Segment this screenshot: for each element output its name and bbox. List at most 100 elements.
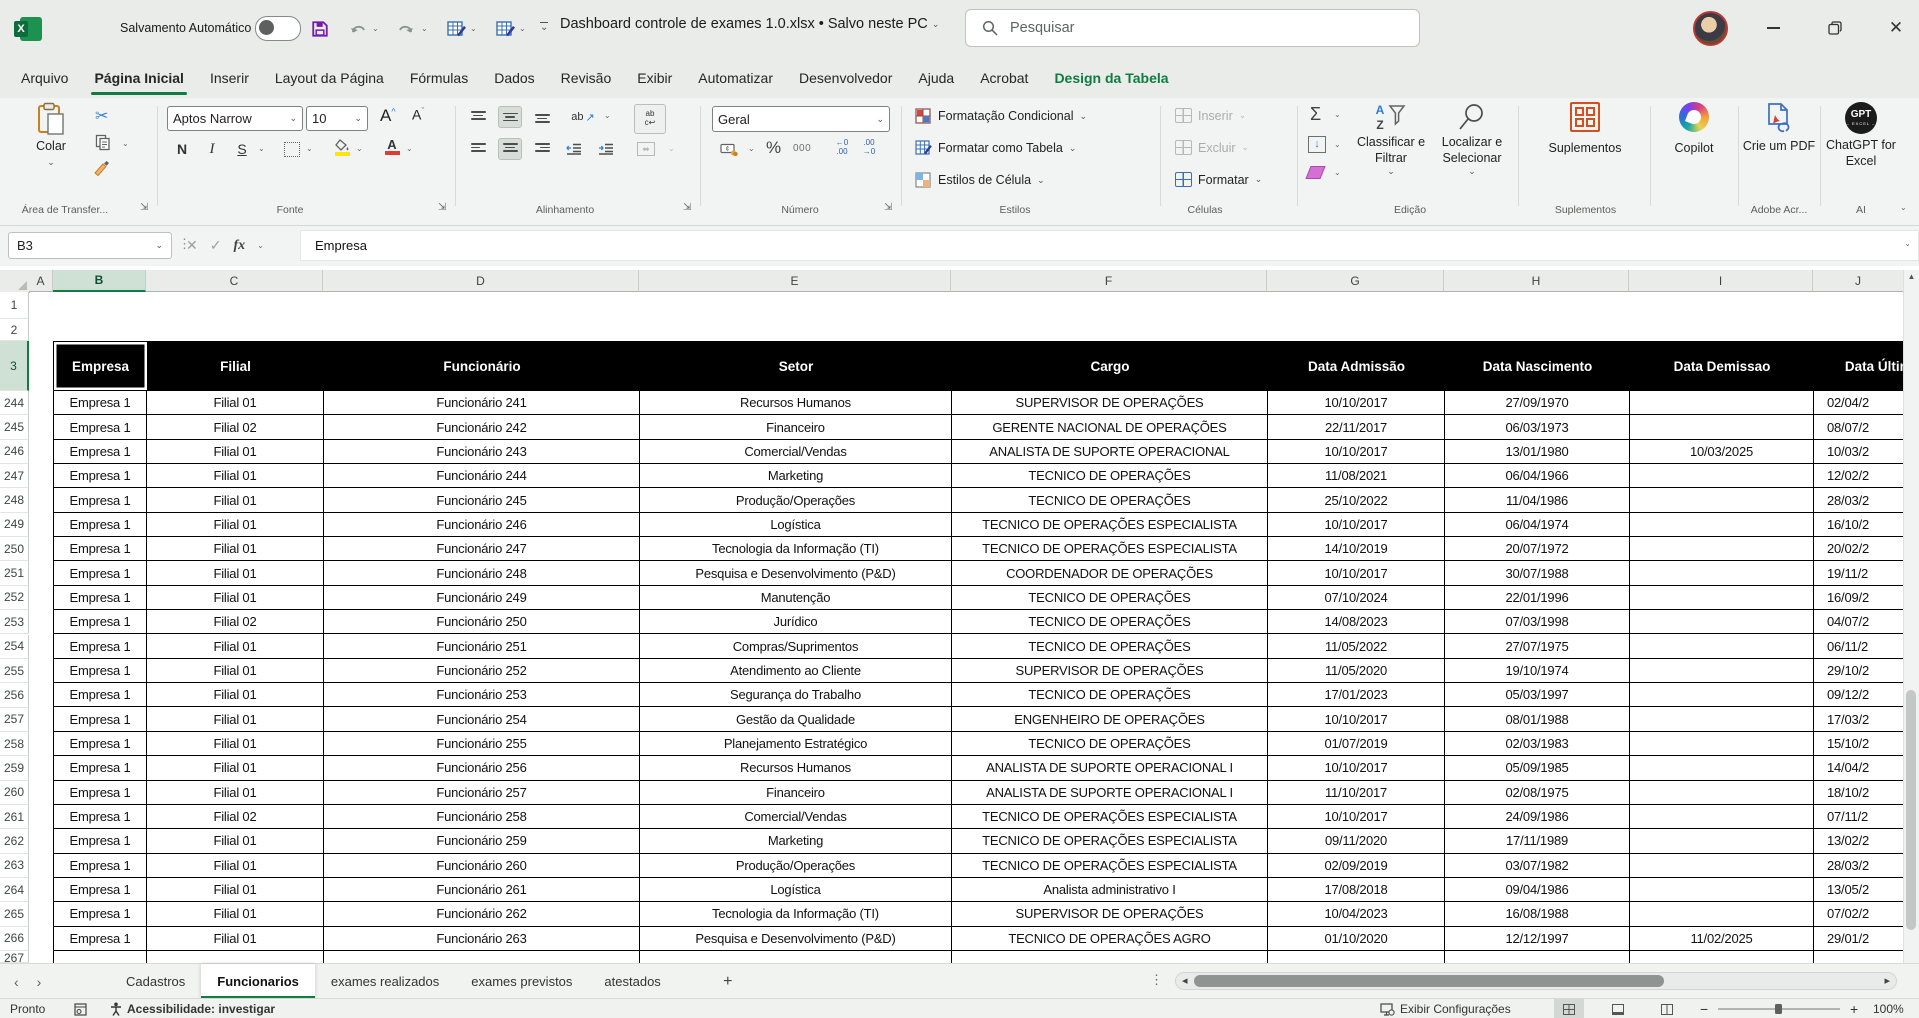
create-pdf-button[interactable]: Crie um PDF <box>1742 102 1816 155</box>
cell[interactable]: Filial 01 <box>147 756 324 780</box>
cell[interactable]: TECNICO DE OPERAÇÕES ESPECIALISTA <box>952 854 1268 878</box>
view-settings-button[interactable]: Exibir Configurações <box>1380 999 1511 1018</box>
col-header-C[interactable]: C <box>146 270 323 292</box>
wrap-text-button[interactable]: abc↩ <box>634 104 666 134</box>
row-header-1[interactable]: 1 <box>0 292 29 319</box>
cell[interactable]: Filial 01 <box>147 464 324 488</box>
format-as-table-button[interactable]: Formatar como Tabela⌄ <box>915 140 1076 156</box>
cell[interactable]: 05/03/1997 <box>1445 683 1630 707</box>
cell[interactable]: 19/11/2 <box>1814 561 1905 585</box>
cell[interactable]: Empresa 1 <box>54 707 147 731</box>
cell[interactable]: 30/07/1988 <box>1445 561 1630 585</box>
cell[interactable] <box>1630 707 1814 731</box>
cell[interactable]: Recursos Humanos <box>640 391 952 415</box>
sheet-tab-exames-previstos[interactable]: exames previstos <box>455 964 588 999</box>
align-center-button[interactable] <box>498 138 522 160</box>
cell[interactable]: 05/09/1985 <box>1445 756 1630 780</box>
zoom-slider[interactable] <box>1718 999 1840 1018</box>
cell[interactable]: Filial 01 <box>147 391 324 415</box>
cell[interactable]: 16/10/2 <box>1814 513 1905 537</box>
cell[interactable]: 22/11/2017 <box>1268 415 1445 439</box>
chatgpt-button[interactable]: GPT – EXCEL – ChatGPT for Excel <box>1824 102 1898 169</box>
cell[interactable] <box>1630 683 1814 707</box>
cell[interactable]: Funcionário 255 <box>324 732 640 756</box>
bold-button[interactable]: N <box>170 138 194 160</box>
header-cell[interactable]: Filial <box>147 342 324 390</box>
qat-format-table-chevron[interactable]: ⌄ <box>470 25 477 33</box>
cell[interactable]: 09/11/2020 <box>1268 829 1445 853</box>
cell[interactable]: Empresa 1 <box>54 513 147 537</box>
cell[interactable]: Funcionário 259 <box>324 829 640 853</box>
cell[interactable]: 24/09/1986 <box>1445 805 1630 829</box>
add-sheet-button[interactable]: + <box>717 971 739 993</box>
excel-logo-icon[interactable]: X <box>14 15 42 43</box>
cell[interactable]: ANALISTA DE SUPORTE OPERACIONAL I <box>952 756 1268 780</box>
page-break-view-button[interactable] <box>1652 999 1682 1018</box>
cell[interactable] <box>1630 781 1814 805</box>
cell[interactable]: Filial 01 <box>147 537 324 561</box>
close-button[interactable]: ✕ <box>1873 0 1919 56</box>
cell[interactable]: Empresa 1 <box>54 829 147 853</box>
cell[interactable]: 10/03/2 <box>1814 440 1905 464</box>
cell[interactable] <box>1630 537 1814 561</box>
header-cell[interactable]: Cargo <box>952 342 1268 390</box>
align-bottom-button[interactable] <box>530 106 554 128</box>
cell[interactable]: TECNICO DE OPERAÇÕES AGRO <box>952 927 1268 951</box>
cell[interactable]: 11/05/2020 <box>1268 659 1445 683</box>
row-header-253[interactable]: 253 <box>0 610 29 634</box>
find-select-button[interactable]: Localizar e Selecionar ⌄ <box>1432 102 1512 176</box>
cell[interactable]: Funcionário 248 <box>324 561 640 585</box>
sheet-tab-exames-realizados[interactable]: exames realizados <box>315 964 455 999</box>
cell[interactable]: 18/10/2 <box>1814 781 1905 805</box>
cell[interactable] <box>1630 829 1814 853</box>
row-header-244[interactable]: 244 <box>0 391 29 415</box>
row-header-3[interactable]: 3 <box>0 341 29 391</box>
sheet-tab-atestados[interactable]: atestados <box>588 964 676 999</box>
cell[interactable]: ENGENHEIRO DE OPERAÇÕES <box>952 707 1268 731</box>
cell[interactable]: SUPERVISOR DE OPERAÇÕES <box>952 391 1268 415</box>
cell[interactable]: 20/02/2 <box>1814 537 1905 561</box>
col-header-F[interactable]: F <box>951 270 1267 292</box>
cell[interactable]: TECNICO DE OPERAÇÕES <box>952 634 1268 658</box>
row-header-254[interactable]: 254 <box>0 635 29 659</box>
vertical-scrollbar[interactable]: ▲ <box>1903 270 1919 963</box>
cell[interactable]: Filial 01 <box>147 659 324 683</box>
cell[interactable]: Empresa 1 <box>54 756 147 780</box>
accounting-chevron[interactable]: ⌄ <box>748 145 755 153</box>
page-layout-view-button[interactable] <box>1603 999 1633 1018</box>
ribbon-tab-1[interactable]: Página Inicial <box>81 58 196 98</box>
row-header-257[interactable]: 257 <box>0 708 29 732</box>
cell[interactable]: Filial 02 <box>147 415 324 439</box>
cell[interactable]: Empresa 1 <box>54 781 147 805</box>
autosum-button[interactable]: Σ <box>1310 104 1321 125</box>
cell[interactable]: 07/11/2 <box>1814 805 1905 829</box>
formula-cancel-button[interactable]: ✕ <box>186 237 198 254</box>
cell[interactable]: 12/12/1997 <box>1445 927 1630 951</box>
cell[interactable]: 10/10/2017 <box>1268 756 1445 780</box>
cell[interactable]: Segurança do Trabalho <box>640 683 952 707</box>
ribbon-tab-9[interactable]: Desenvolvedor <box>786 58 905 98</box>
h-scroll-left-icon[interactable]: ◂ <box>1182 974 1188 987</box>
fill-button[interactable]: ↓ <box>1308 136 1326 153</box>
cell[interactable]: Analista administrativo I <box>952 878 1268 902</box>
cell[interactable] <box>1814 951 1905 963</box>
cell[interactable] <box>1630 464 1814 488</box>
cell[interactable]: Pesquisa e Desenvolvimento (P&D) <box>640 561 952 585</box>
row-header-245[interactable]: 245 <box>0 415 29 439</box>
cell[interactable]: Tecnologia da Informação (TI) <box>640 902 952 926</box>
cell[interactable]: 03/07/1982 <box>1445 854 1630 878</box>
row-header-249[interactable]: 249 <box>0 513 29 537</box>
ribbon-tab-7[interactable]: Exibir <box>624 58 685 98</box>
normal-view-button[interactable] <box>1554 999 1584 1018</box>
cell[interactable]: Filial 01 <box>147 586 324 610</box>
avatar[interactable] <box>1693 11 1728 46</box>
sheet-tab-funcionarios[interactable]: Funcionarios <box>201 964 315 999</box>
zoom-in-button[interactable]: + <box>1850 999 1858 1018</box>
cell[interactable]: Pesquisa e Desenvolvimento (P&D) <box>640 927 952 951</box>
horizontal-scroll-thumb[interactable] <box>1194 975 1664 987</box>
col-header-I[interactable]: I <box>1629 270 1813 292</box>
cell[interactable]: Funcionário 243 <box>324 440 640 464</box>
col-header-D[interactable]: D <box>323 270 639 292</box>
redo-icon[interactable] <box>393 17 419 41</box>
cell[interactable]: Filial 01 <box>147 927 324 951</box>
